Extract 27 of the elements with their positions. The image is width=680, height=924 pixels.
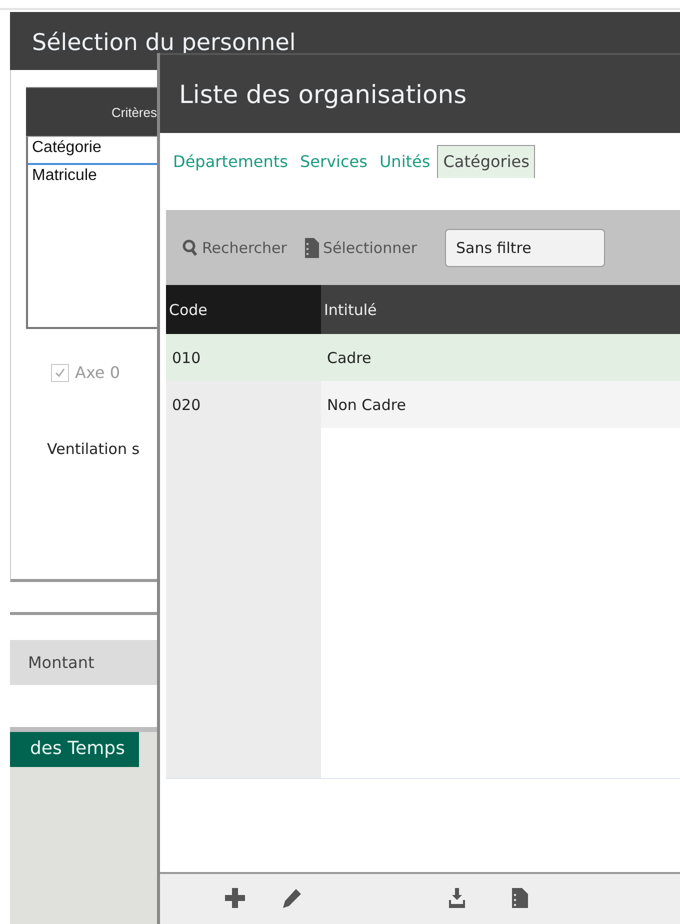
table-cell-text: Non Cadre [326, 394, 407, 416]
table-cell-text: Cadre [326, 348, 372, 368]
add-icon[interactable] [225, 888, 245, 908]
download-icon[interactable] [447, 888, 467, 908]
document-icon [304, 238, 319, 258]
tab[interactable]: Services [295, 146, 372, 178]
table-row[interactable]: 020 Non Cadre [166, 381, 680, 428]
dialog-title: Liste des organisations [179, 80, 467, 108]
checkbox-label: Axe 0 [75, 363, 120, 382]
tab[interactable]: Catégories [437, 145, 536, 178]
check-icon [54, 366, 66, 378]
select-button[interactable]: Sélectionner [300, 234, 421, 262]
table-cell: 020 [166, 381, 321, 428]
tab[interactable]: Départements [168, 146, 293, 178]
column-header: Code [166, 285, 321, 334]
document-icon[interactable] [512, 888, 528, 908]
list-item[interactable]: Matricule [28, 165, 159, 193]
field-label: Ventilation s [47, 440, 141, 458]
tab[interactable]: Unités [374, 146, 436, 178]
column-header: Intitulé [321, 285, 680, 334]
pencil-icon[interactable] [282, 888, 302, 908]
search-icon [182, 238, 198, 256]
tab[interactable]: des Temps [10, 732, 139, 767]
filter-dropdown[interactable]: Sans filtre [444, 228, 605, 266]
window-title: Sélection du personnel [32, 30, 296, 56]
search-button[interactable]: Rechercher [178, 234, 291, 260]
table-row[interactable]: 010 Cadre [166, 334, 680, 381]
